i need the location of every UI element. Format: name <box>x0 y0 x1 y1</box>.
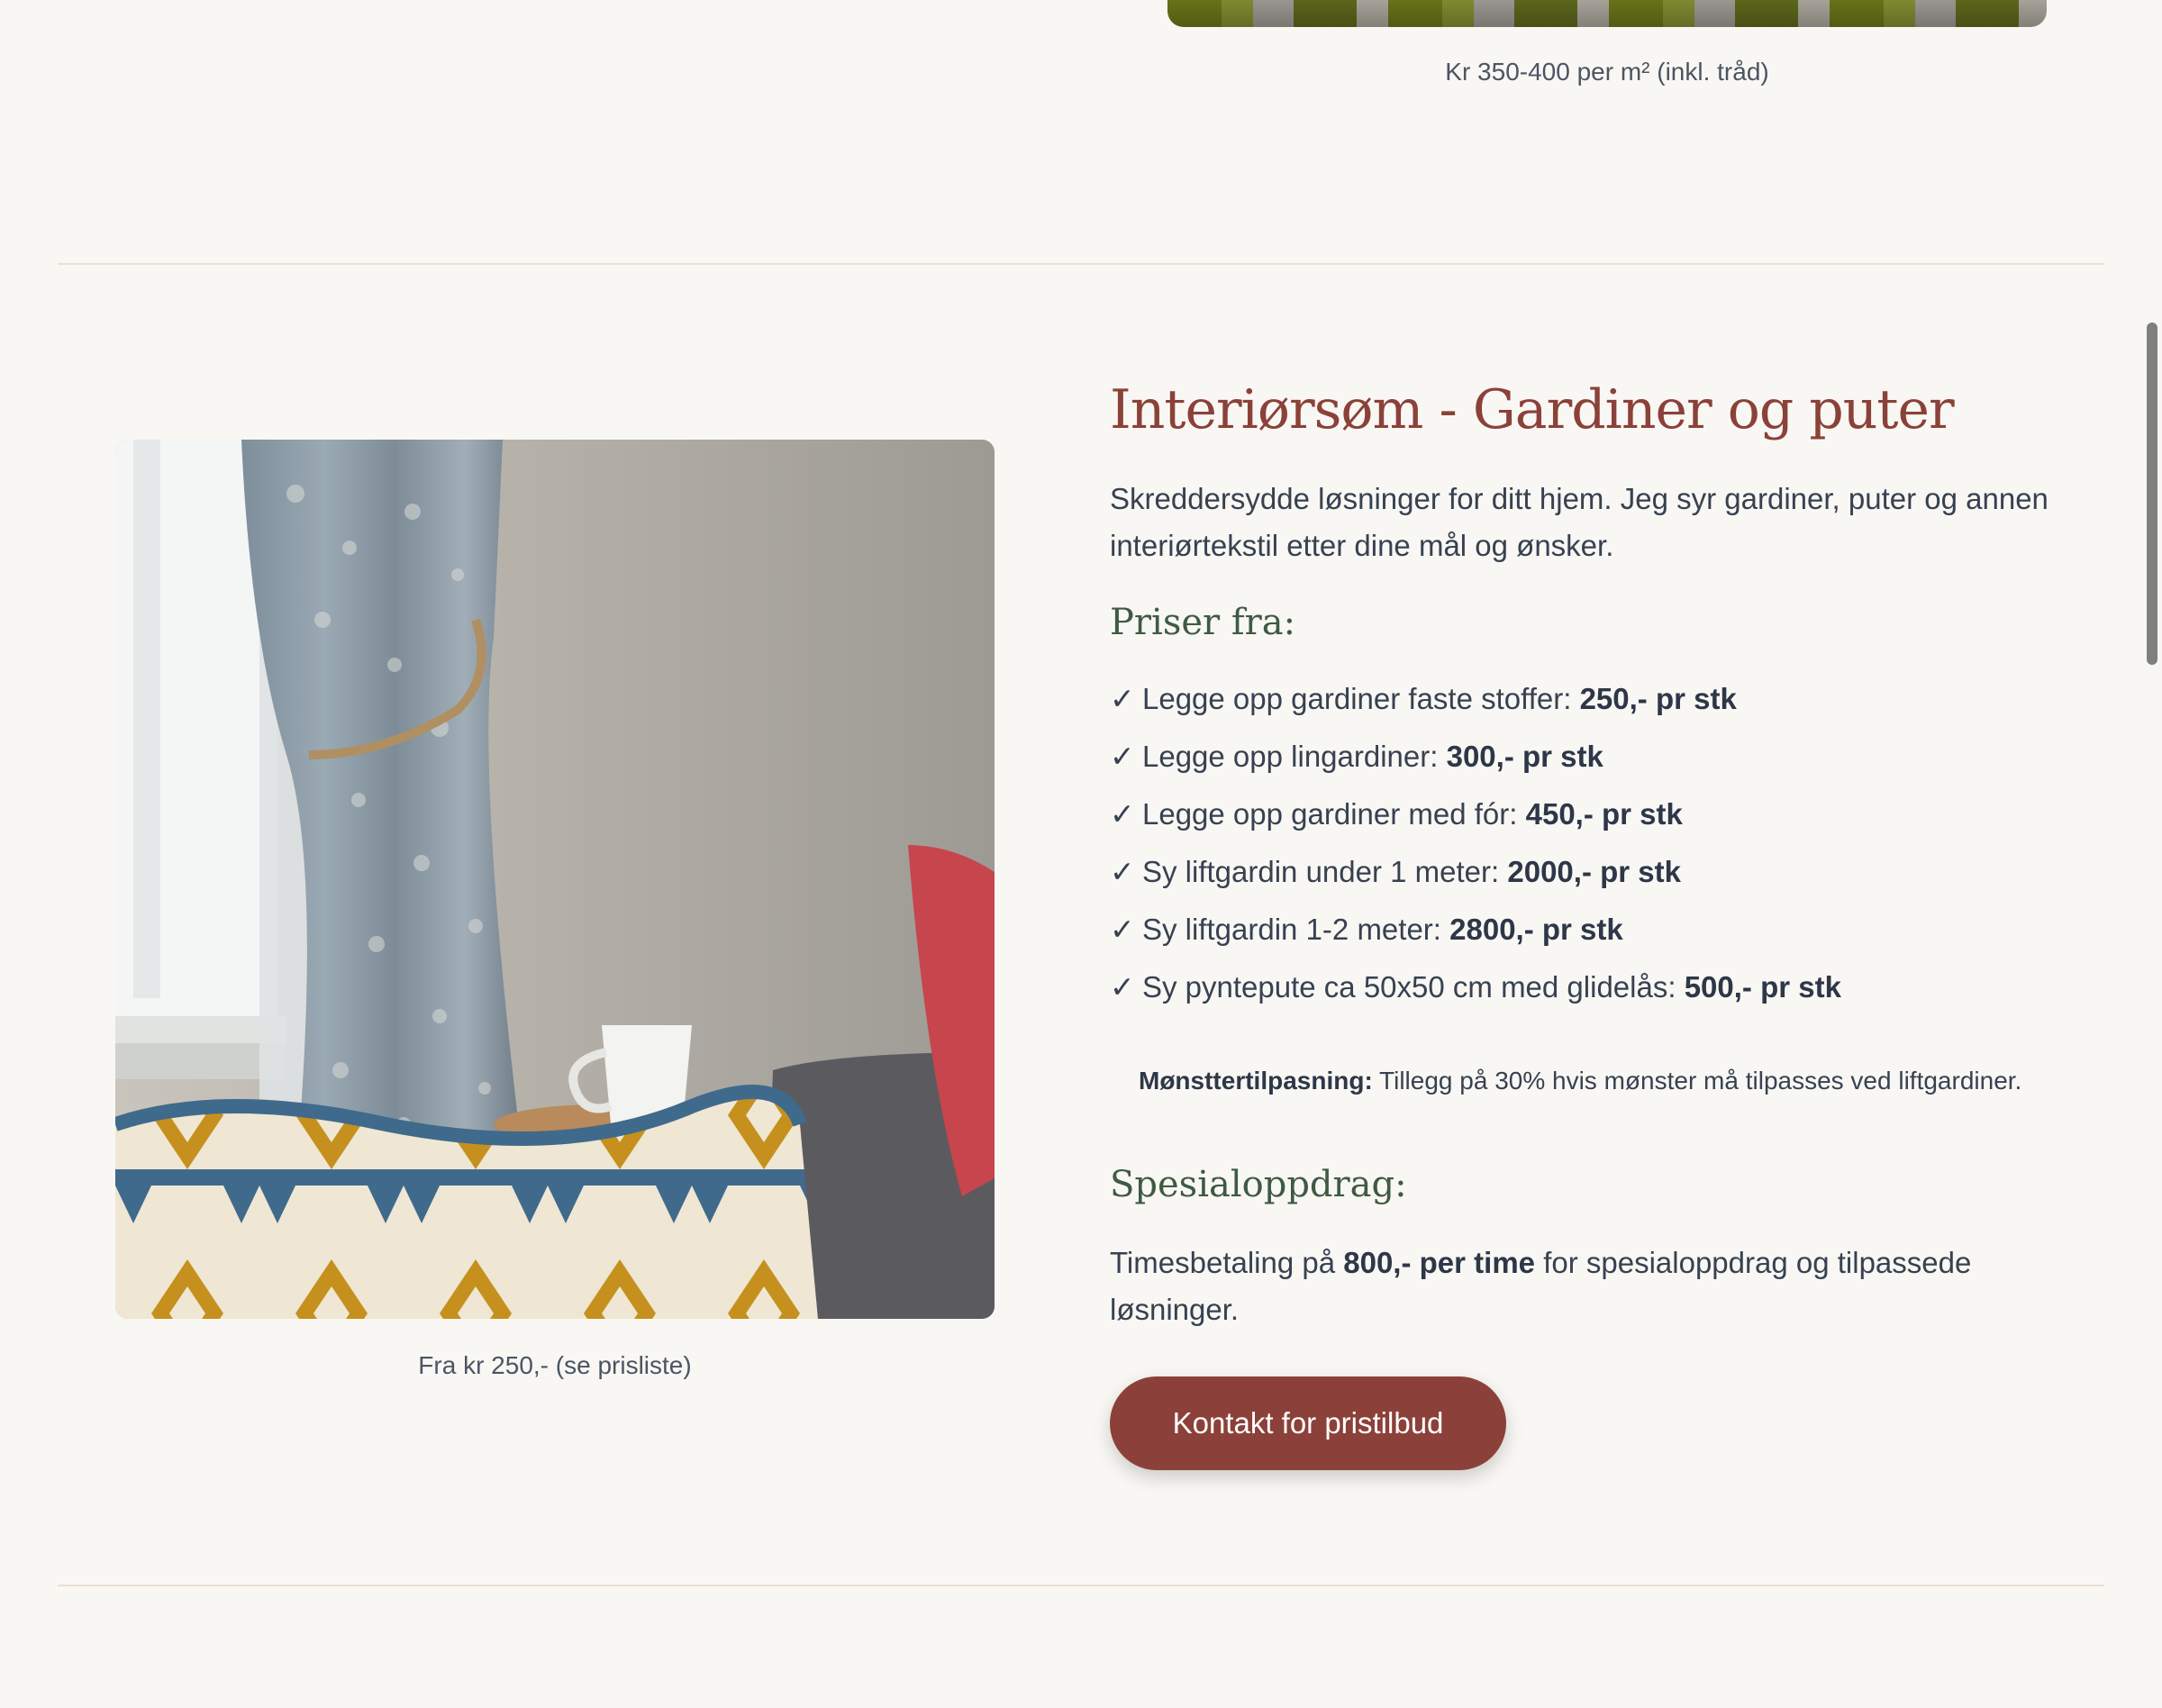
pattern-matching-note: Mønsttertilpasning: Tillegg på 30% hvis … <box>1139 1067 2021 1095</box>
special-text: Timesbetaling på 800,- per time for spes… <box>1110 1240 2065 1333</box>
price-item: ✓ Legge opp gardiner faste stoffer: 250,-… <box>1110 676 1841 733</box>
contact-for-quote-button[interactable]: Kontakt for pristilbud <box>1110 1376 1506 1470</box>
note-label: Mønsttertilpasning: <box>1139 1067 1373 1095</box>
price-item-label: Sy liftgardin 1-2 meter: <box>1142 913 1441 946</box>
price-item-label: Sy pyntepute ca 50x50 cm med glidelås: <box>1142 970 1676 1004</box>
check-icon: ✓ <box>1110 740 1135 773</box>
curtain-and-pillow-photo <box>115 440 995 1319</box>
price-item: ✓ Sy pyntepute ca 50x50 cm med glidelås: … <box>1110 964 1841 1022</box>
price-item-value: 2800,- pr stk <box>1449 913 1623 946</box>
price-item-label: Sy liftgardin under 1 meter: <box>1142 855 1500 888</box>
check-icon: ✓ <box>1110 682 1135 715</box>
price-item: ✓ Legge opp lingardiner: 300,- pr stk <box>1110 733 1841 791</box>
price-item-value: 250,- pr stk <box>1579 682 1737 715</box>
check-icon: ✓ <box>1110 970 1135 1004</box>
quilt-photo <box>1167 0 2047 27</box>
price-item-value: 300,- pr stk <box>1446 740 1603 773</box>
price-item-label: Legge opp gardiner med fór: <box>1142 797 1518 831</box>
special-prefix: Timesbetaling på <box>1110 1246 1336 1279</box>
price-item-value: 2000,- pr stk <box>1507 855 1681 888</box>
section-divider-bottom <box>58 1585 2104 1586</box>
price-item: ✓ Sy liftgardin 1-2 meter: 2800,- pr stk <box>1110 906 1841 964</box>
check-icon: ✓ <box>1110 797 1135 831</box>
price-list: ✓ Legge opp gardiner faste stoffer: 250,-… <box>1110 676 1841 1022</box>
check-icon: ✓ <box>1110 913 1135 946</box>
section-divider-top <box>58 263 2104 265</box>
price-item-value: 450,- pr stk <box>1525 797 1683 831</box>
check-icon: ✓ <box>1110 855 1135 888</box>
image-price-caption: Fra kr 250,- (se prisliste) <box>418 1351 692 1379</box>
prices-heading: Priser fra: <box>1110 602 1296 643</box>
price-item: ✓ Sy liftgardin under 1 meter: 2000,- pr … <box>1110 849 1841 906</box>
note-text: Tillegg på 30% hvis mønster må tilpasses… <box>1379 1067 2022 1095</box>
previous-price-caption: Kr 350-400 per m² (inkl. tråd) <box>1445 58 1769 86</box>
price-item-label: Legge opp gardiner faste stoffer: <box>1142 682 1572 715</box>
price-item-label: Legge opp lingardiner: <box>1142 740 1439 773</box>
special-rate: 800,- per time <box>1343 1246 1536 1279</box>
section-title: Interiørsøm - Gardiner og puter <box>1110 378 1955 441</box>
scrollbar-thumb[interactable] <box>2147 323 2157 665</box>
price-item-value: 500,- pr stk <box>1684 970 1841 1004</box>
special-heading: Spesialoppdrag: <box>1110 1164 1407 1205</box>
price-item: ✓ Legge opp gardiner med fór: 450,- pr st… <box>1110 791 1841 849</box>
section-intro: Skreddersydde løsninger for ditt hjem. J… <box>1110 482 2048 562</box>
